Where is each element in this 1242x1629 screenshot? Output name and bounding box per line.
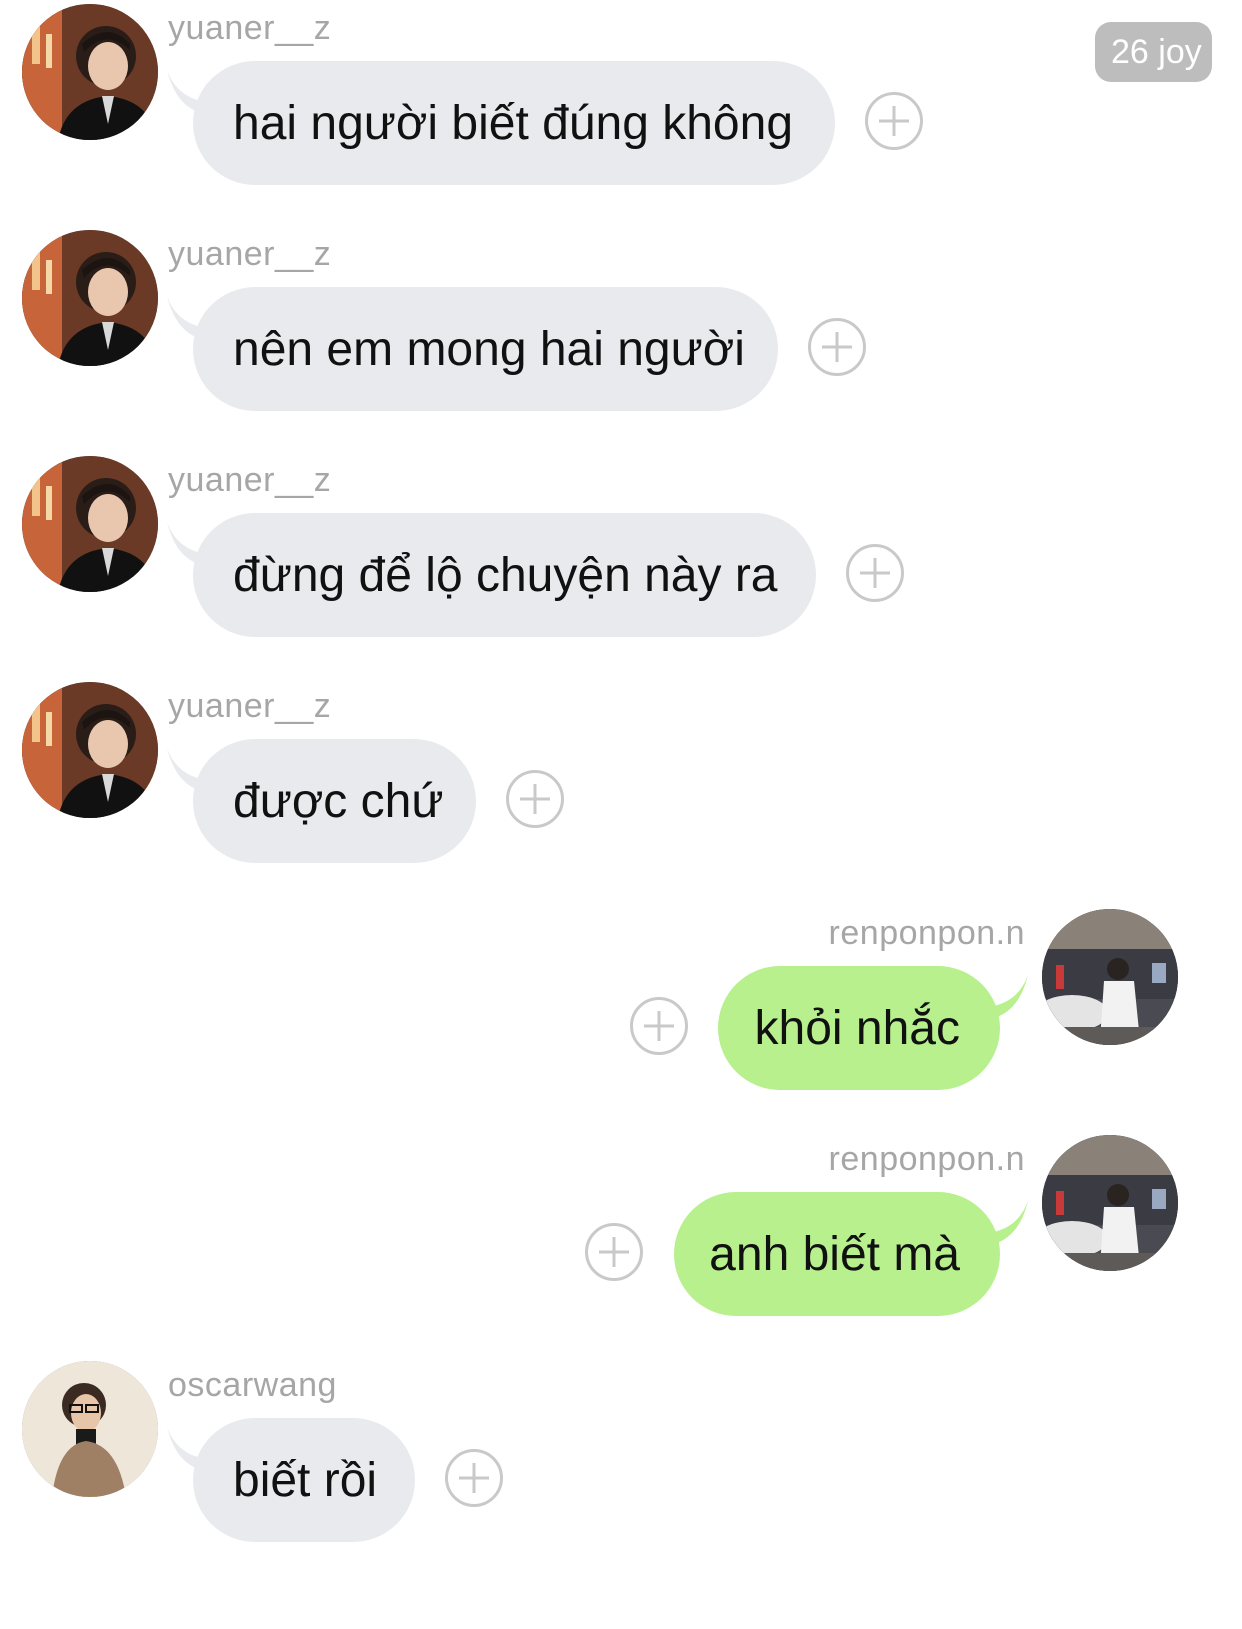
avatar-image bbox=[1042, 1135, 1178, 1271]
message-row: renponpon.n khỏi nhắc bbox=[0, 905, 1242, 1105]
message-bubble[interactable]: biết rồi bbox=[193, 1418, 415, 1542]
sender-username: oscarwang bbox=[168, 1366, 337, 1404]
message-row: renponpon.n anh biết mà bbox=[0, 1131, 1242, 1331]
avatar-image bbox=[22, 4, 158, 140]
avatar-renponpon[interactable] bbox=[1042, 1135, 1178, 1271]
avatar-image bbox=[22, 682, 158, 818]
avatar-oscarwang[interactable] bbox=[22, 1361, 158, 1497]
message-bubble[interactable]: khỏi nhắc bbox=[718, 966, 1000, 1090]
message-row: yuaner__z được chứ bbox=[0, 678, 1242, 878]
message-bubble[interactable]: anh biết mà bbox=[674, 1192, 1000, 1316]
message-text: được chứ bbox=[233, 774, 444, 828]
message-row: yuaner__z đừng để lộ chuyện này ra bbox=[0, 452, 1242, 652]
avatar-yuaner[interactable] bbox=[22, 4, 158, 140]
add-reaction-icon[interactable] bbox=[506, 770, 564, 828]
add-reaction-icon[interactable] bbox=[585, 1223, 643, 1281]
message-bubble[interactable]: đừng để lộ chuyện này ra bbox=[193, 513, 816, 637]
message-text: anh biết mà bbox=[709, 1227, 960, 1281]
add-reaction-icon[interactable] bbox=[846, 544, 904, 602]
avatar-image bbox=[22, 230, 158, 366]
avatar-yuaner[interactable] bbox=[22, 682, 158, 818]
message-text: đừng để lộ chuyện này ra bbox=[233, 548, 778, 602]
sender-username: renponpon.n bbox=[828, 914, 1025, 952]
message-bubble[interactable]: được chứ bbox=[193, 739, 476, 863]
sender-username: yuaner__z bbox=[168, 461, 332, 499]
message-bubble[interactable]: nên em mong hai người bbox=[193, 287, 778, 411]
message-text: khỏi nhắc bbox=[754, 1001, 960, 1055]
sender-username: yuaner__z bbox=[168, 235, 332, 273]
message-row: oscarwang biết rồi bbox=[0, 1357, 1242, 1557]
message-text: nên em mong hai người bbox=[233, 322, 745, 376]
sender-username: yuaner__z bbox=[168, 9, 332, 47]
sender-username: yuaner__z bbox=[168, 687, 332, 725]
message-text: hai người biết đúng không bbox=[233, 96, 794, 150]
avatar-image bbox=[22, 1361, 158, 1497]
message-row: yuaner__z hai người biết đúng không bbox=[0, 0, 1242, 200]
avatar-image bbox=[1042, 909, 1178, 1045]
add-reaction-icon[interactable] bbox=[445, 1449, 503, 1507]
chat-thread: 26 joy yuaner__z hai người biết đúng khô… bbox=[0, 0, 1242, 1629]
avatar-yuaner[interactable] bbox=[22, 230, 158, 366]
add-reaction-icon[interactable] bbox=[808, 318, 866, 376]
avatar-yuaner[interactable] bbox=[22, 456, 158, 592]
add-reaction-icon[interactable] bbox=[630, 997, 688, 1055]
avatar-renponpon[interactable] bbox=[1042, 909, 1178, 1045]
message-bubble[interactable]: hai người biết đúng không bbox=[193, 61, 835, 185]
sender-username: renponpon.n bbox=[828, 1140, 1025, 1178]
add-reaction-icon[interactable] bbox=[865, 92, 923, 150]
avatar-image bbox=[22, 456, 158, 592]
message-row: yuaner__z nên em mong hai người bbox=[0, 226, 1242, 426]
message-text: biết rồi bbox=[233, 1453, 378, 1507]
